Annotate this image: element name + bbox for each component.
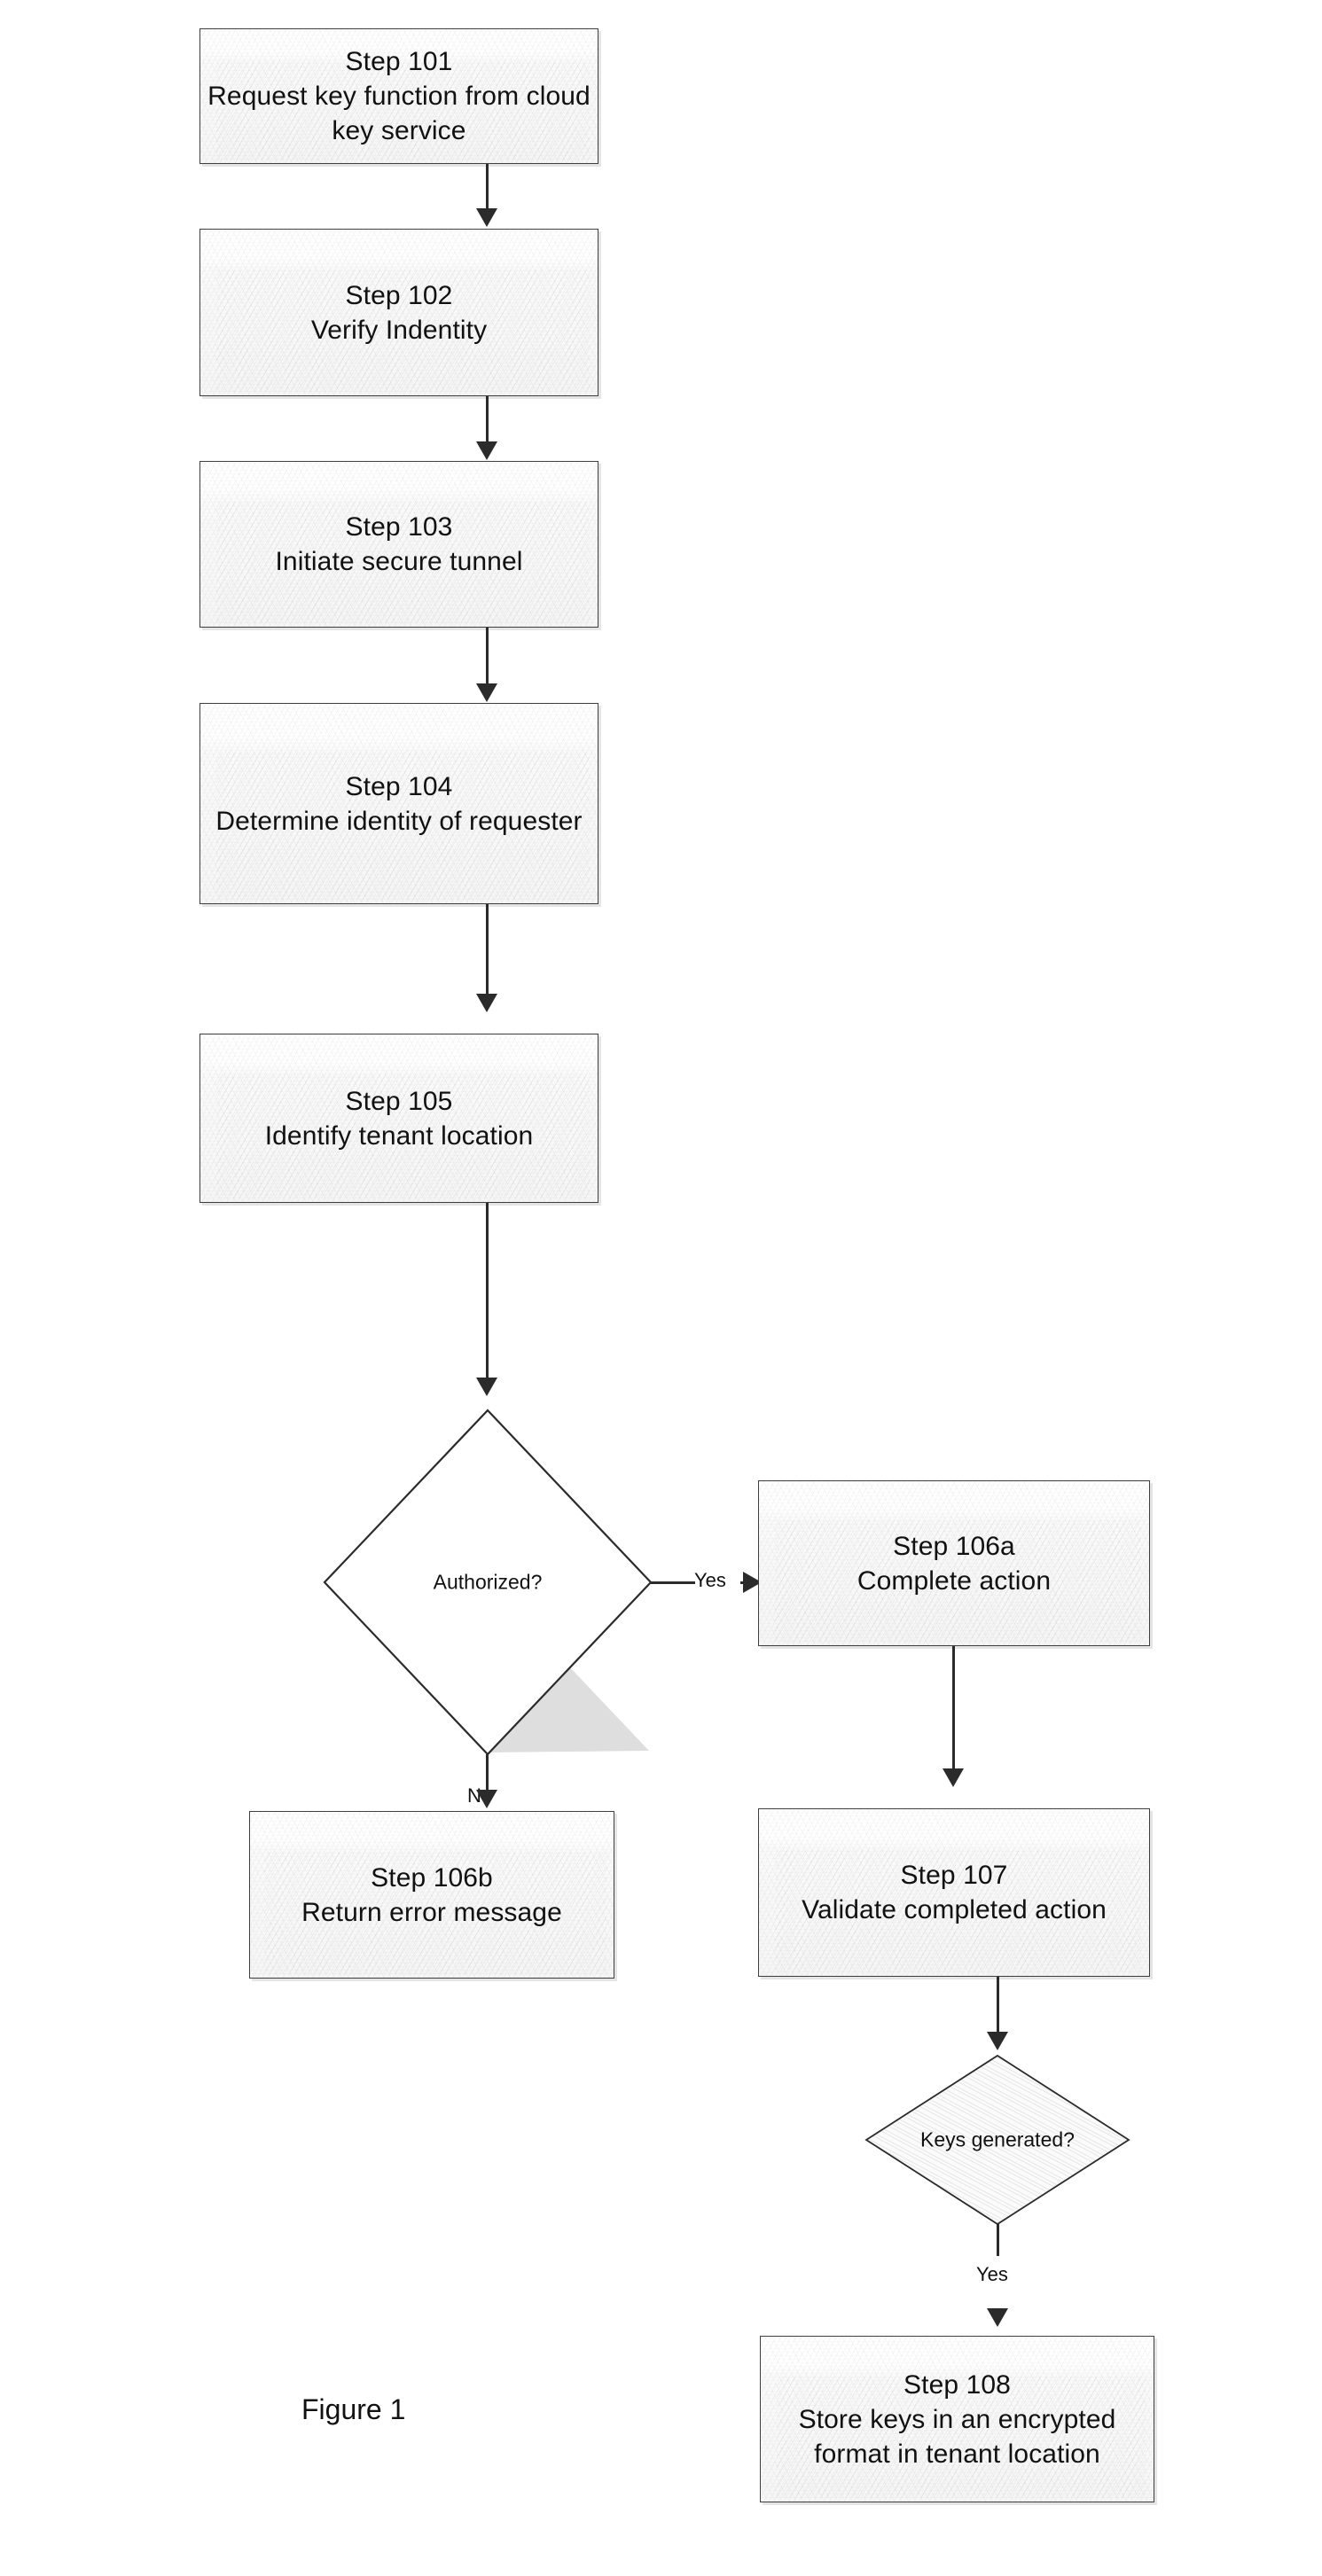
figure-canvas: Step 101 Request key function from cloud… <box>0 0 1322 2576</box>
arrowhead-keys-108-icon <box>987 2308 1008 2327</box>
node-label-line: Step 105 <box>345 1086 453 1116</box>
arrowhead-103-104-icon <box>476 683 497 702</box>
node-label-line: format in tenant location <box>814 2439 1100 2469</box>
flowchart-node-step-102: Step 102 Verify Indentity <box>199 229 598 396</box>
node-label-line: Step 108 <box>903 2369 1011 2400</box>
connector-107-keys-generated <box>997 1977 999 2035</box>
flowchart-node-step-103: Step 103 Initiate secure tunnel <box>199 461 598 628</box>
arrowhead-104-105-icon <box>476 994 497 1012</box>
flowchart-node-decision-authorized: Authorized? <box>319 1405 656 1760</box>
arrowhead-107-keys-icon <box>987 2032 1008 2050</box>
flowchart-node-step-105: Step 105 Identify tenant location <box>199 1034 598 1203</box>
node-label-line: Step 106b <box>371 1862 493 1893</box>
node-label-line: Return error message <box>301 1897 562 1927</box>
connector-104-105 <box>486 904 489 996</box>
flowchart-node-step-101: Step 101 Request key function from cloud… <box>199 28 598 164</box>
node-label-line: Step 107 <box>900 1861 1008 1890</box>
flowchart-node-step-107: Step 107 Validate completed action <box>758 1808 1150 1977</box>
connector-keys-yes <box>997 2224 999 2256</box>
node-label-line: Step 106a <box>893 1531 1015 1561</box>
edge-label-authorized-yes: Yes <box>694 1569 726 1591</box>
connector-authorized-yes <box>651 1581 695 1584</box>
arrowhead-101-102-icon <box>476 208 497 227</box>
node-label-line: Initiate secure tunnel <box>275 547 523 576</box>
node-label-line: Validate completed action <box>802 1895 1107 1924</box>
node-label-line: Verify Indentity <box>310 315 488 345</box>
decision-diamond-shape-icon <box>323 1409 653 1756</box>
arrowhead-authorized-106b-icon <box>476 1790 497 1808</box>
node-label-line: Step 102 <box>345 280 453 310</box>
connector-101-102 <box>486 164 489 210</box>
flowchart-node-step-106a: Step 106a Complete action <box>758 1480 1150 1646</box>
connector-105-authorized <box>486 1203 489 1380</box>
arrowhead-106a-107-icon <box>943 1768 964 1787</box>
decision-diamond-shape-icon <box>864 2054 1130 2226</box>
flowchart-node-decision-keys-generated: Keys generated? <box>864 2053 1131 2227</box>
node-label-line: Complete action <box>857 1565 1052 1596</box>
node-label-line: Step 101 <box>345 47 453 76</box>
node-label-line: key service <box>332 116 466 145</box>
edge-label-keys-generated-yes: Yes <box>976 2263 1008 2285</box>
node-label-line: Step 104 <box>345 771 453 801</box>
connector-102-103 <box>486 396 489 444</box>
node-label-line: Identify tenant location <box>264 1120 534 1151</box>
flowchart-node-step-104: Step 104 Determine identity of requester <box>199 703 598 904</box>
node-label-line: Determine identity of requester <box>215 806 583 836</box>
flowchart-node-step-106b: Step 106b Return error message <box>249 1811 614 1979</box>
flowchart-node-step-108: Step 108 Store keys in an encrypted form… <box>760 2336 1154 2502</box>
node-label-line: Step 103 <box>345 512 453 542</box>
arrowhead-105-authorized-icon <box>476 1378 497 1396</box>
connector-106a-107 <box>952 1646 955 1771</box>
arrowhead-102-103-icon <box>476 441 497 460</box>
figure-caption: Figure 1 <box>301 2393 406 2425</box>
connector-103-104 <box>486 628 489 686</box>
node-label-line: Store keys in an encrypted <box>798 2404 1116 2434</box>
node-label-line: Request key function from cloud <box>207 82 591 111</box>
